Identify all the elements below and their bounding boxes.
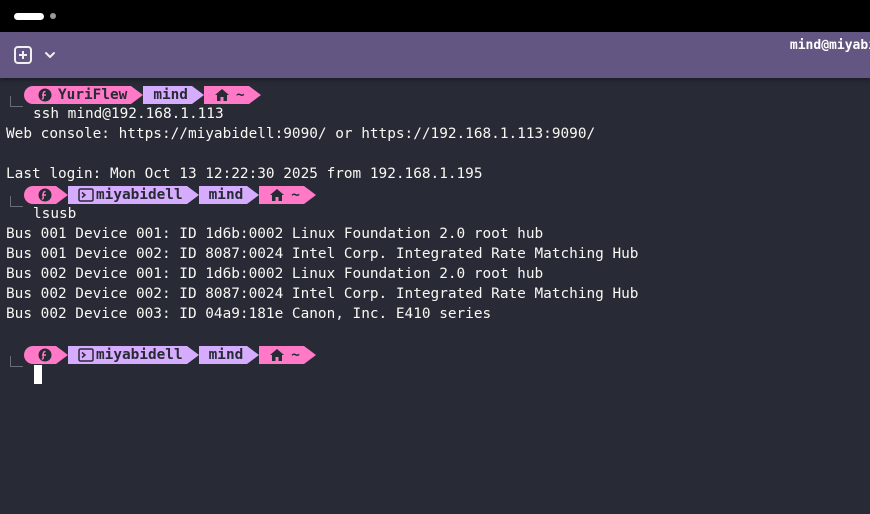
terminal-icon [78, 188, 94, 202]
prompt-host: miyabidell [96, 187, 183, 203]
new-tab-button[interactable] [14, 46, 32, 64]
system-top-bar [0, 0, 870, 32]
prompt-user: mind [208, 347, 244, 363]
prompt-os-segment [24, 346, 68, 364]
prompt-os-segment [24, 186, 68, 204]
shell-prompt: miyabidell mind ~ [24, 186, 316, 204]
prompt-host: miyabidell [96, 347, 183, 363]
fedora-icon [38, 348, 52, 362]
window-title: mind@miyabi [789, 38, 870, 53]
prompt-host: YuriFlew [58, 87, 128, 103]
terminal-view[interactable]: YuriFlew mind ~ ssh mind@192.168.1.113 W… [0, 78, 870, 514]
home-icon [214, 88, 230, 102]
prompt-path-segment: ~ [259, 346, 316, 364]
command-line: ssh mind@192.168.1.113 [33, 106, 224, 122]
command-line: lsusb [33, 206, 77, 222]
workspace-indicator[interactable] [50, 13, 56, 19]
prompt-user: mind [153, 87, 188, 103]
text-cursor [34, 365, 42, 384]
chevron-down-icon [45, 52, 55, 58]
home-icon [269, 348, 285, 362]
fedora-icon [38, 188, 52, 202]
prompt-path-segment: ~ [259, 186, 316, 204]
terminal-header-bar: mind@miyabi [0, 32, 870, 78]
terminal-icon [78, 348, 94, 362]
output-line: Bus 002 Device 001: ID 1d6b:0002 Linux F… [6, 266, 544, 282]
prompt-path: ~ [291, 347, 300, 363]
prompt-user: mind [208, 187, 244, 203]
prompt-host-segment: miyabidell [68, 346, 199, 364]
prompt-path: ~ [235, 87, 245, 103]
shell-prompt: YuriFlew mind ~ [24, 86, 261, 104]
workspace-indicator-active[interactable] [14, 13, 44, 20]
prompt-user-segment: mind [198, 186, 259, 204]
prompt-user-segment: mind [198, 346, 259, 364]
prompt-connector [10, 96, 23, 107]
prompt-path: ~ [291, 187, 300, 203]
prompt-connector [10, 196, 23, 207]
output-line: Bus 002 Device 002: ID 8087:0024 Intel C… [6, 286, 639, 302]
tab-menu-button[interactable] [40, 46, 60, 64]
output-line: Last login: Mon Oct 13 12:22:30 2025 fro… [6, 166, 483, 182]
output-line: Web console: https://miyabidell:9090/ or… [6, 126, 596, 142]
prompt-path-segment: ~ [203, 86, 261, 104]
output-line: Bus 001 Device 002: ID 8087:0024 Intel C… [6, 246, 639, 262]
prompt-connector [10, 356, 23, 367]
prompt-host-segment: YuriFlew [24, 86, 144, 104]
home-icon [269, 188, 285, 202]
output-line: Bus 002 Device 003: ID 04a9:181e Canon, … [6, 306, 492, 322]
shell-prompt: miyabidell mind ~ [24, 346, 316, 364]
prompt-host-segment: miyabidell [68, 186, 199, 204]
output-line: Bus 001 Device 001: ID 1d6b:0002 Linux F… [6, 226, 544, 242]
fedora-icon [38, 88, 52, 102]
prompt-user-segment: mind [143, 86, 204, 104]
